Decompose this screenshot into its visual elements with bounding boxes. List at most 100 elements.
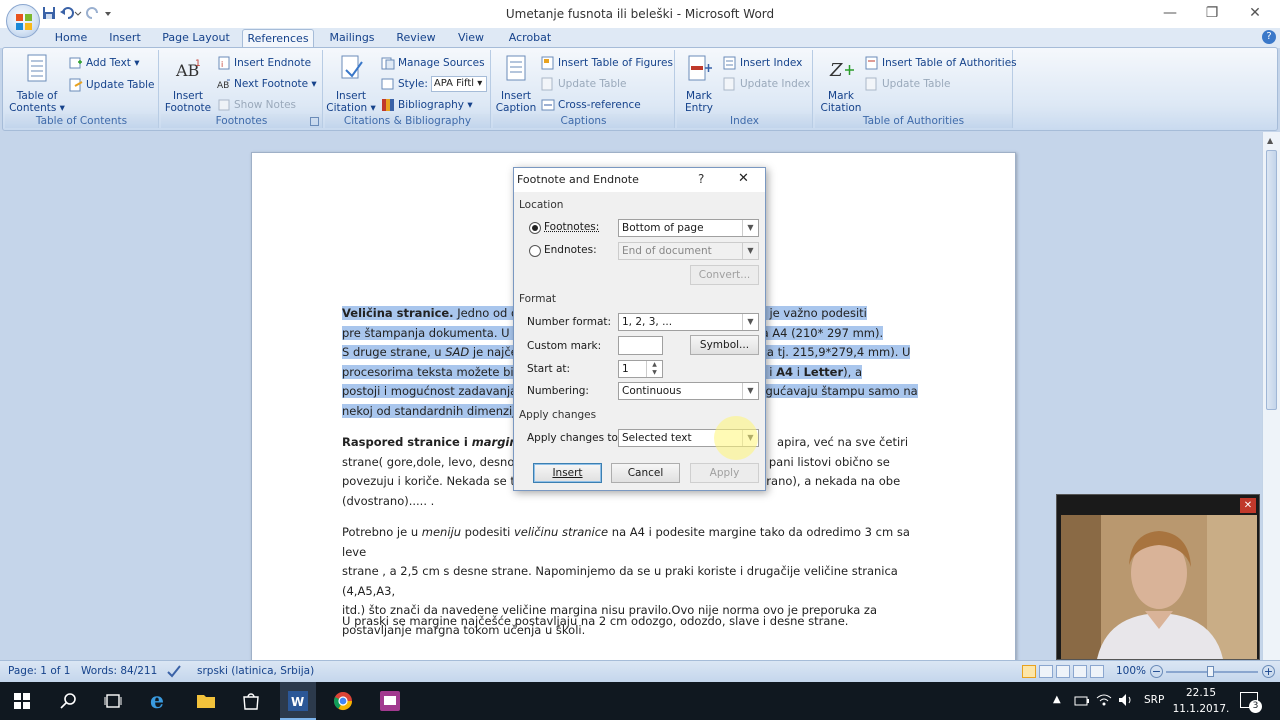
wifi-icon[interactable] — [1096, 693, 1112, 707]
footnotes-dialog-launcher-icon[interactable] — [310, 117, 319, 126]
insert-caption-button[interactable]: Insert Caption — [493, 54, 539, 114]
web-layout-icon[interactable] — [1056, 665, 1070, 678]
captions-update-table-button[interactable]: Update Table — [541, 75, 627, 93]
webcam-close-button[interactable]: ✕ — [1240, 498, 1256, 513]
help-icon[interactable]: ? — [1262, 30, 1276, 44]
screen-recorder-icon[interactable] — [380, 691, 400, 711]
insert-footnote-button[interactable]: AB 1 Insert Footnote — [163, 54, 213, 114]
minimize-button[interactable]: — — [1158, 4, 1182, 22]
zoom-out-icon[interactable]: − — [1150, 665, 1163, 678]
endnotes-location-dropdown[interactable]: End of document ▼ — [618, 242, 759, 260]
endnotes-radio[interactable] — [529, 245, 541, 257]
cross-reference-button[interactable]: Cross-reference — [541, 96, 641, 114]
insert-citation-line1: Insert — [335, 90, 367, 102]
bibliography-button[interactable]: Bibliography ▾ — [381, 96, 473, 114]
mark-entry-icon — [688, 55, 712, 81]
ribbon: Table of Contents ▾ Add Text ▾ Update Ta… — [2, 47, 1278, 131]
word-taskbar-button[interactable]: W — [280, 682, 316, 720]
vertical-scrollbar[interactable]: ▲ ▼ — [1262, 132, 1280, 660]
start-at-spinner[interactable]: 1 ▲ ▼ — [618, 360, 663, 378]
dialog-help-button[interactable]: ? — [698, 172, 704, 186]
scroll-up-icon[interactable]: ▲ — [1267, 136, 1273, 145]
insert-endnote-button[interactable]: i Insert Endnote — [217, 54, 311, 72]
footnote-endnote-dialog: Footnote and Endnote ? ✕ Location Footno… — [513, 167, 766, 491]
svg-text:W: W — [291, 695, 304, 709]
footnotes-label[interactable]: Footnotes: — [544, 221, 599, 233]
cancel-button[interactable]: Cancel — [611, 463, 680, 483]
webcam-overlay: ✕ — [1056, 494, 1260, 660]
manage-sources-button[interactable]: Manage Sources — [381, 54, 485, 72]
paragraph-practice[interactable]: U praski se margine najčešće postavljaju… — [342, 612, 932, 632]
proofing-icon[interactable] — [166, 664, 182, 678]
outline-icon[interactable] — [1073, 665, 1087, 678]
endnotes-label[interactable]: Endnotes: — [544, 244, 597, 256]
show-hidden-icons-icon[interactable]: ▲ — [1053, 694, 1061, 705]
restore-button[interactable]: ❐ — [1200, 4, 1224, 22]
update-index-button[interactable]: Update Index — [723, 75, 810, 93]
toa-update-table-button[interactable]: Update Table — [865, 75, 951, 93]
search-icon[interactable] — [60, 692, 78, 710]
insert-table-of-authorities-button[interactable]: Insert Table of Authorities — [865, 54, 1017, 72]
store-icon[interactable] — [241, 691, 261, 711]
zoom-level[interactable]: 100% — [1116, 665, 1146, 677]
office-button[interactable] — [6, 4, 40, 38]
insert-table-of-figures-button[interactable]: Insert Table of Figures — [541, 54, 673, 72]
tab-home[interactable]: Home — [50, 29, 92, 48]
battery-icon[interactable] — [1074, 694, 1090, 708]
windows-taskbar: e W ▲ SRP 22.15 11.1.2017. 3 — [0, 682, 1280, 720]
table-of-contents-button[interactable]: Table of Contents ▾ — [9, 54, 65, 114]
clock[interactable]: 22.15 11.1.2017. — [1172, 685, 1230, 717]
print-layout-icon[interactable] — [1022, 665, 1036, 678]
toa-update-table-label: Update Table — [882, 78, 951, 90]
custom-mark-input[interactable] — [618, 336, 663, 355]
windows-start-icon[interactable] — [14, 693, 30, 709]
next-footnote-button[interactable]: AB Next Footnote ▾ — [217, 75, 317, 93]
file-explorer-icon[interactable] — [196, 692, 216, 710]
convert-button[interactable]: Convert... — [690, 265, 759, 285]
draft-icon[interactable] — [1090, 665, 1104, 678]
update-table-button[interactable]: Update Table — [69, 76, 155, 94]
tab-acrobat[interactable]: Acrobat — [503, 29, 557, 48]
group-label-toa: Table of Authorities — [815, 114, 1012, 128]
tab-mailings[interactable]: Mailings — [324, 29, 380, 48]
add-text-button[interactable]: Add Text ▾ — [69, 54, 140, 72]
zoom-slider-thumb[interactable] — [1207, 666, 1214, 677]
ribbon-tabs: Home Insert Page Layout References Maili… — [0, 28, 1280, 48]
close-button[interactable]: ✕ — [1243, 4, 1267, 22]
symbol-button[interactable]: Symbol... — [690, 335, 759, 355]
edge-icon[interactable]: e — [150, 688, 164, 714]
page-count[interactable]: Page: 1 of 1 — [8, 665, 70, 677]
tab-page-layout[interactable]: Page Layout — [157, 29, 235, 48]
word-count[interactable]: Words: 84/211 — [81, 665, 157, 677]
number-format-dropdown[interactable]: 1, 2, 3, ... ▼ — [618, 313, 759, 331]
input-language[interactable]: SRP — [1144, 694, 1164, 706]
style-icon — [381, 78, 394, 90]
numbering-dropdown[interactable]: Continuous ▼ — [618, 382, 759, 400]
insert-button[interactable]: Insert — [533, 463, 602, 483]
apply-button[interactable]: Apply — [690, 463, 759, 483]
tab-review[interactable]: Review — [392, 29, 440, 48]
language-indicator[interactable]: srpski (latinica, Srbija) — [197, 665, 314, 677]
mark-citation-button[interactable]: Z Mark Citation — [817, 54, 865, 114]
insert-citation-button[interactable]: Insert Citation ▾ — [325, 54, 377, 114]
action-center-icon[interactable]: 3 — [1240, 692, 1262, 713]
scrollbar-thumb[interactable] — [1266, 150, 1277, 410]
footnotes-location-dropdown[interactable]: Bottom of page ▼ — [618, 219, 759, 237]
tab-insert[interactable]: Insert — [104, 29, 146, 48]
volume-icon[interactable] — [1118, 693, 1134, 707]
full-screen-reading-icon[interactable] — [1039, 665, 1053, 678]
show-notes-button[interactable]: Show Notes — [217, 96, 296, 114]
task-view-icon[interactable] — [104, 692, 122, 710]
spinner-arrows-icon[interactable]: ▲ ▼ — [646, 361, 662, 377]
mark-entry-button[interactable]: Mark Entry — [677, 54, 721, 114]
chrome-icon[interactable] — [333, 691, 353, 711]
tab-references[interactable]: References — [242, 29, 314, 48]
tab-view[interactable]: View — [452, 29, 490, 48]
footnotes-radio[interactable] — [529, 222, 541, 234]
start-at-value: 1 — [622, 363, 629, 375]
dialog-close-button[interactable]: ✕ — [738, 171, 749, 186]
zoom-in-icon[interactable]: + — [1262, 665, 1275, 678]
style-dropdown-value: APA Fiftl — [433, 78, 475, 89]
insert-index-button[interactable]: Insert Index — [723, 54, 802, 72]
style-dropdown[interactable]: APA Fiftl ▾ — [430, 76, 487, 92]
